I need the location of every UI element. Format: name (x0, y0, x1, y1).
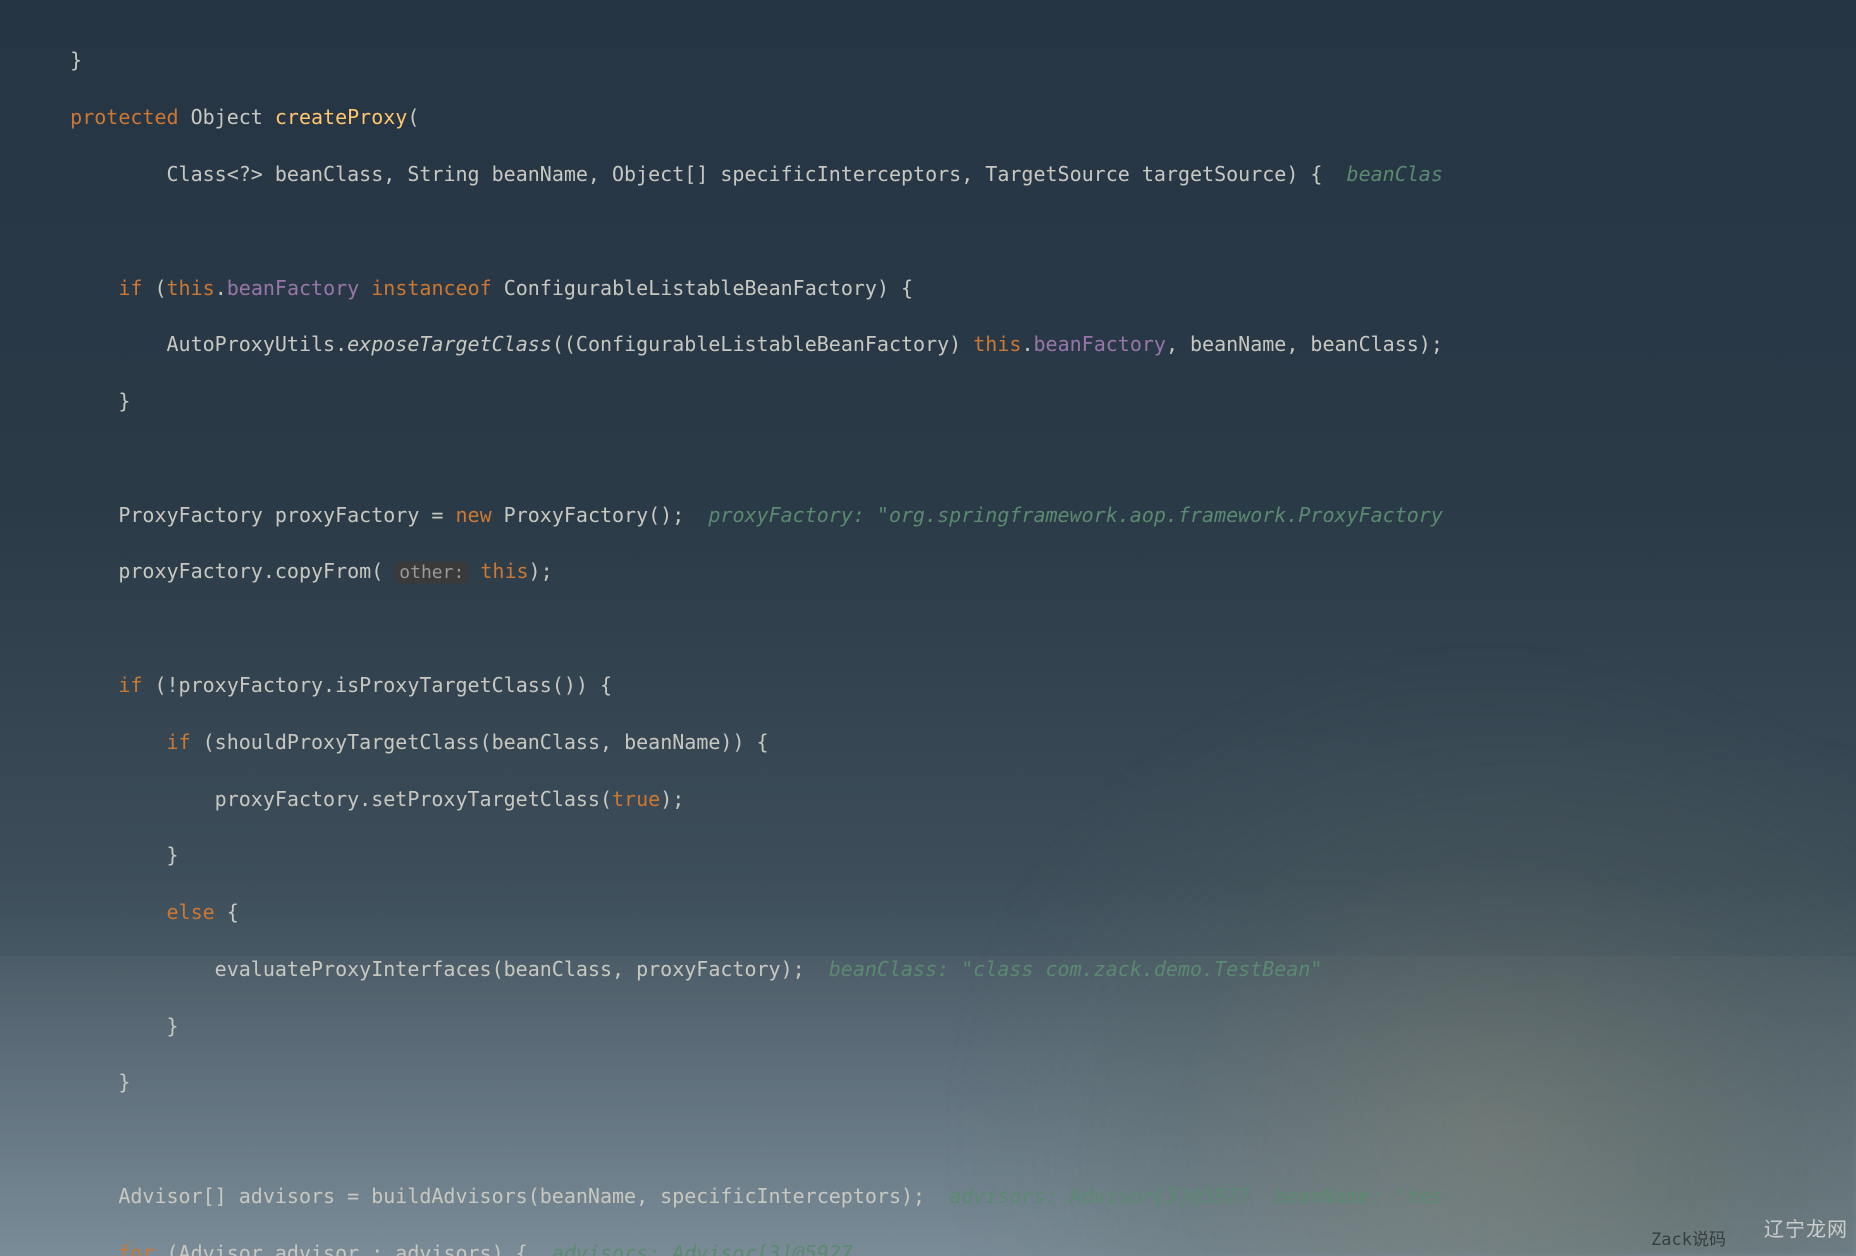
blank-line[interactable] (22, 614, 1856, 642)
code-line[interactable]: if (shouldProxyTargetClass(beanClass, be… (22, 728, 1856, 756)
paren: ( (407, 105, 419, 129)
kw-if: if (118, 276, 142, 300)
code-line[interactable]: } (22, 1012, 1856, 1040)
type: Object (191, 105, 263, 129)
field: beanFactory (227, 276, 359, 300)
code-line[interactable]: Advisor[] advisors = buildAdvisors(beanN… (22, 1182, 1856, 1210)
watermark: 辽宁龙网 (1764, 1213, 1848, 1242)
kw-instanceof: instanceof (371, 276, 491, 300)
inlay-hint: advisors: Advisor[3]@5927 (552, 1241, 853, 1256)
code-line[interactable]: ProxyFactory proxyFactory = new ProxyFac… (22, 501, 1856, 529)
code-line[interactable]: } (22, 1068, 1856, 1096)
params: Class<?> beanClass, String beanName, Obj… (167, 162, 1347, 186)
code-line[interactable]: if (!proxyFactory.isProxyTargetClass()) … (22, 671, 1856, 699)
blank-line[interactable] (22, 217, 1856, 245)
inlay-hint: beanClas (1347, 162, 1443, 186)
bool: true (612, 787, 660, 811)
code-line[interactable]: proxyFactory.copyFrom( other: this); (22, 557, 1856, 585)
code-line[interactable]: else { (22, 898, 1856, 926)
blank-line[interactable] (22, 1125, 1856, 1153)
code-line[interactable]: AutoProxyUtils.exposeTargetClass((Config… (22, 330, 1856, 358)
code-line[interactable]: if (this.beanFactory instanceof Configur… (22, 274, 1856, 302)
kw-for: for (118, 1241, 154, 1256)
inlay-hint: advisors: Advisor[3]@5927 beanName: "tes (949, 1184, 1443, 1208)
inlay-hint: beanClass: "class com.zack.demo.TestBean… (829, 957, 1323, 981)
brace: } (70, 48, 82, 72)
kw-new: new (455, 503, 491, 527)
code-line[interactable]: } (22, 387, 1856, 415)
code-line[interactable]: evaluateProxyInterfaces(beanClass, proxy… (22, 955, 1856, 983)
code-line[interactable]: Class<?> beanClass, String beanName, Obj… (22, 160, 1856, 188)
inlay-hint: proxyFactory: "org.springframework.aop.f… (708, 503, 1443, 527)
static-method: exposeTargetClass (347, 332, 552, 356)
code-line[interactable]: } (22, 841, 1856, 869)
kw-protected: protected (70, 105, 178, 129)
param-hint: other: (395, 562, 468, 583)
method-name: createProxy (275, 105, 407, 129)
kw-else: else (167, 900, 215, 924)
code-line[interactable]: proxyFactory.setProxyTargetClass(true); (22, 785, 1856, 813)
code-line[interactable]: } (22, 46, 1856, 74)
code-editor[interactable]: } protected Object createProxy( Class<?>… (0, 0, 1856, 1256)
watermark-secondary: Zack说码 (1651, 1225, 1726, 1250)
code-line[interactable]: protected Object createProxy( (22, 103, 1856, 131)
kw-this: this (167, 276, 215, 300)
code-line[interactable]: for (Advisor advisor : advisors) { advis… (22, 1239, 1856, 1256)
blank-line[interactable] (22, 444, 1856, 472)
